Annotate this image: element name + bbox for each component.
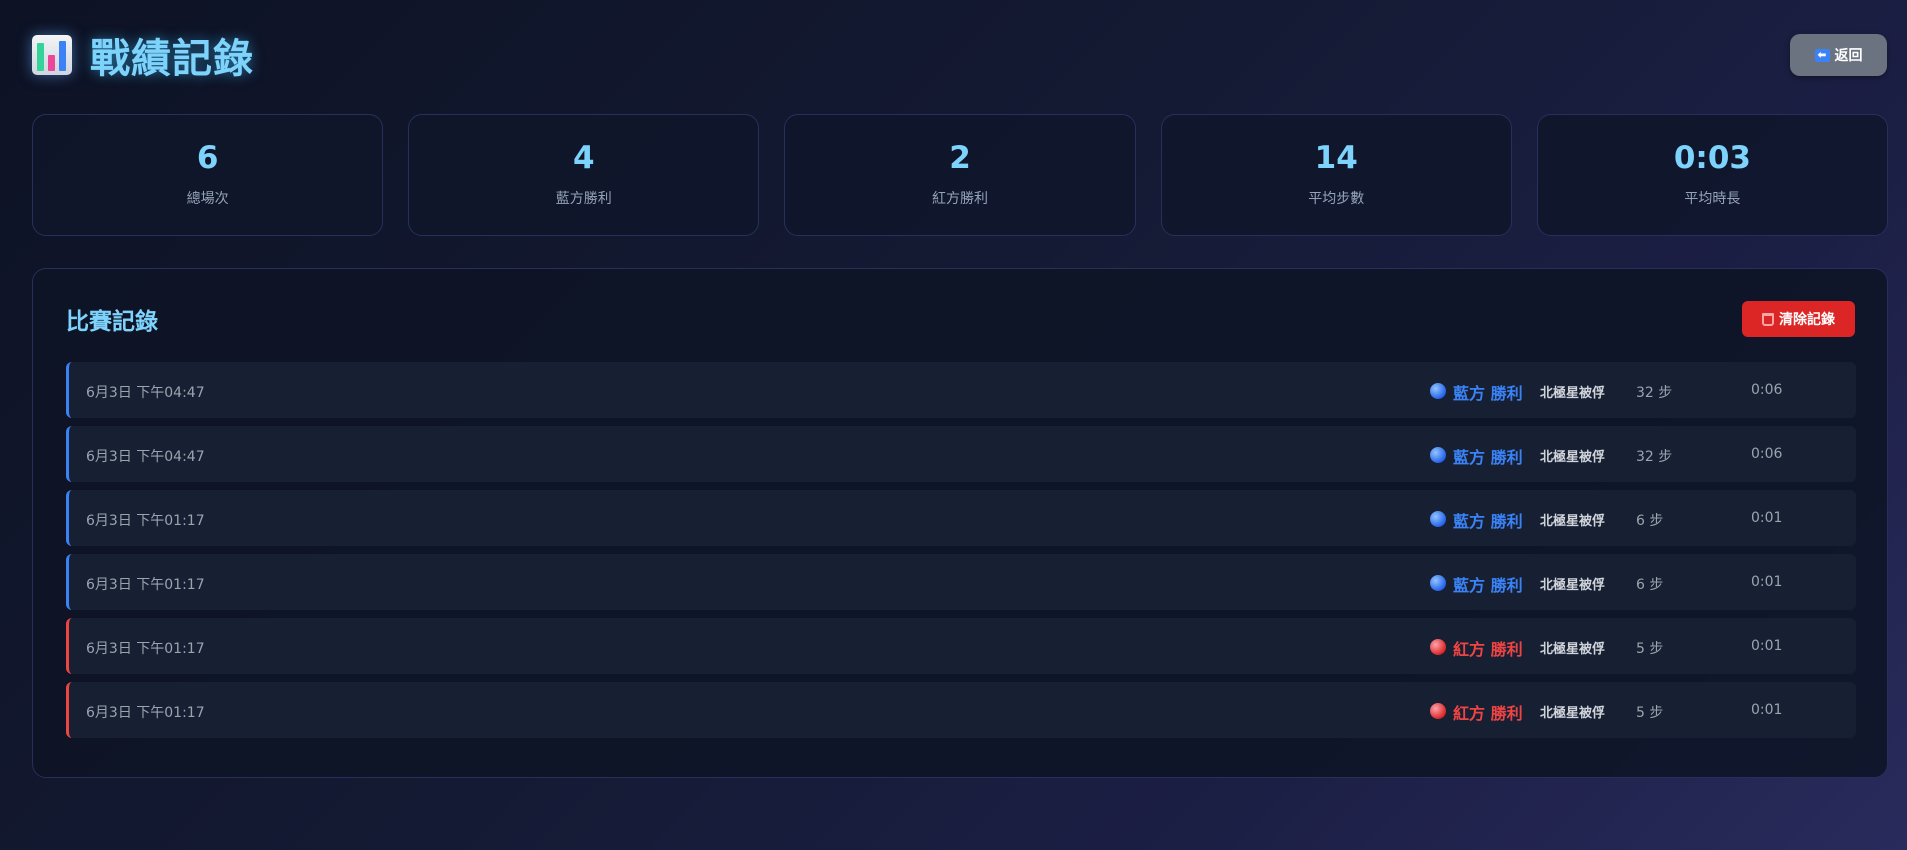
clear-button-label: 清除記錄 <box>1779 311 1835 327</box>
stat-label: 藍方勝利 <box>555 190 612 207</box>
record-duration: 0:06 <box>1751 382 1783 398</box>
record-date: 6月3日 下午04:47 <box>86 449 205 465</box>
record-row[interactable]: 6月3日 下午01:17 紅方 勝利 北極星被俘 5 步 0:01 <box>66 682 1856 738</box>
record-reason: 北極星被俘 <box>1540 706 1606 721</box>
clear-records-button[interactable]: 清除記錄 <box>1742 301 1855 337</box>
record-moves: 32 步 <box>1636 385 1673 401</box>
stat-value: 4 <box>573 139 595 176</box>
team-dot-icon <box>1430 383 1446 399</box>
stat-label: 平均步數 <box>1308 190 1365 207</box>
stat-card-red-wins: 2 紅方勝利 <box>784 114 1136 236</box>
record-result: 藍方 勝利 <box>1453 384 1523 403</box>
record-reason: 北極星被俘 <box>1540 514 1606 529</box>
record-result: 藍方 勝利 <box>1453 448 1523 467</box>
record-date: 6月3日 下午04:47 <box>86 385 205 401</box>
panel-title: 比賽記錄 <box>66 309 158 335</box>
back-button-label: 返回 <box>1834 47 1863 63</box>
record-duration: 0:01 <box>1751 574 1783 590</box>
record-row[interactable]: 6月3日 下午01:17 藍方 勝利 北極星被俘 6 步 0:01 <box>66 554 1856 610</box>
record-moves: 6 步 <box>1636 513 1664 529</box>
record-row[interactable]: 6月3日 下午01:17 藍方 勝利 北極星被俘 6 步 0:01 <box>66 490 1856 546</box>
team-dot-icon <box>1430 639 1446 655</box>
record-date: 6月3日 下午01:17 <box>86 577 205 593</box>
record-duration: 0:01 <box>1751 510 1783 526</box>
stat-value: 6 <box>196 139 219 176</box>
record-reason: 北極星被俘 <box>1540 578 1606 593</box>
record-date: 6月3日 下午01:17 <box>86 705 205 721</box>
record-moves: 32 步 <box>1636 449 1673 465</box>
page-title: 戰績記錄 <box>90 36 254 82</box>
record-result: 藍方 勝利 <box>1453 576 1523 595</box>
stat-label: 紅方勝利 <box>932 190 988 207</box>
record-result: 紅方 勝利 <box>1453 704 1523 723</box>
record-duration: 0:06 <box>1751 446 1783 462</box>
stat-value: 2 <box>949 139 971 176</box>
record-reason: 北極星被俘 <box>1540 642 1606 657</box>
stats-row: 6 總場次 4 藍方勝利 2 紅方勝利 14 平均步數 0:03 平均時長 <box>32 114 1889 236</box>
record-result: 藍方 勝利 <box>1453 512 1523 531</box>
left-arrow-icon: ⬅ <box>1814 48 1830 62</box>
record-row[interactable]: 6月3日 下午04:47 藍方 勝利 北極星被俘 32 步 0:06 <box>66 362 1856 418</box>
panel-header: 比賽記錄 清除記錄 <box>66 301 1855 337</box>
team-dot-icon <box>1430 447 1446 463</box>
record-duration: 0:01 <box>1751 702 1783 718</box>
stat-label: 平均時長 <box>1684 190 1741 207</box>
record-date: 6月3日 下午01:17 <box>86 641 205 657</box>
stat-card-avg-moves: 14 平均步數 <box>1160 114 1512 236</box>
record-moves: 5 步 <box>1636 641 1664 657</box>
record-result: 紅方 勝利 <box>1453 640 1523 659</box>
record-moves: 6 步 <box>1636 577 1664 593</box>
stat-card-avg-duration: 0:03 平均時長 <box>1536 114 1889 236</box>
record-duration: 0:01 <box>1751 638 1783 654</box>
stat-card-blue-wins: 4 藍方勝利 <box>408 114 760 236</box>
match-records-panel: 比賽記錄 清除記錄 6月3日 下午04:47 藍方 勝利 北極星被俘 32 步 … <box>32 268 1888 778</box>
stat-value: 14 <box>1314 139 1358 176</box>
bar-chart-icon <box>32 35 72 75</box>
page-header: 戰績記錄 ⬅ 返回 <box>32 24 1887 86</box>
team-dot-icon <box>1430 575 1446 591</box>
stat-card-total-games: 6 總場次 <box>32 114 384 236</box>
trash-icon <box>1762 312 1774 326</box>
record-reason: 北極星被俘 <box>1540 386 1606 401</box>
records-list: 6月3日 下午04:47 藍方 勝利 北極星被俘 32 步 0:06 6月3日 … <box>66 362 1856 738</box>
stat-value: 0:03 <box>1673 139 1751 176</box>
record-reason: 北極星被俘 <box>1540 450 1606 465</box>
record-moves: 5 步 <box>1636 705 1664 721</box>
record-date: 6月3日 下午01:17 <box>86 513 205 529</box>
record-row[interactable]: 6月3日 下午01:17 紅方 勝利 北極星被俘 5 步 0:01 <box>66 618 1856 674</box>
title-group: 戰績記錄 <box>32 26 254 84</box>
stat-label: 總場次 <box>186 190 229 207</box>
record-row[interactable]: 6月3日 下午04:47 藍方 勝利 北極星被俘 32 步 0:06 <box>66 426 1856 482</box>
team-dot-icon <box>1430 703 1446 719</box>
team-dot-icon <box>1430 511 1446 527</box>
back-button[interactable]: ⬅ 返回 <box>1790 34 1887 76</box>
